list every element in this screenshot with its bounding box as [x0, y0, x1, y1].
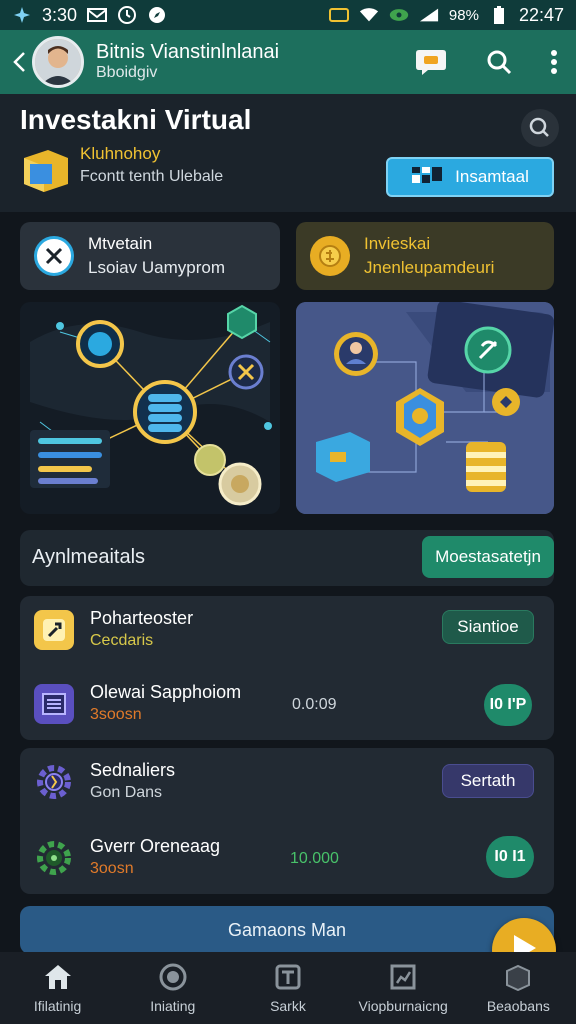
section-action-button[interactable]: Moestasatetjn [422, 536, 554, 578]
install-label: Insamtaal [455, 167, 529, 186]
nav-item-trading[interactable]: Iniating [118, 952, 228, 1024]
item-amount: 10.000 [290, 850, 339, 867]
app-notification-icon [12, 6, 32, 24]
item-amount: 0.0:09 [292, 696, 337, 713]
item-title: Olewai Sapphoiom [90, 682, 242, 702]
game-main-button[interactable]: Gamaons Man [20, 906, 554, 954]
store-icon [272, 962, 304, 992]
nav-item-home[interactable]: Ifilatinig [3, 952, 113, 1024]
chat-subtitle: Bboidgiv [96, 64, 158, 82]
card-invest-sub: Jnenleupamdeuri [364, 258, 495, 277]
card-virtual-sub: Lsoiav Uamyprom [88, 258, 225, 277]
sim-icon [328, 6, 349, 24]
card-virtual-title: Mtvetain [88, 234, 153, 253]
list-group: Sednaliers Gon Dans Sertath Gverr Orenea… [20, 748, 554, 894]
item-subtitle: 3soosn [90, 706, 142, 723]
eye-icon [389, 6, 409, 24]
app-bar: Bitnis Vianstinlnlanai Bboidgiv [0, 30, 576, 94]
status-time-right: 22:47 [518, 4, 564, 25]
page-title: Investakni Virtual [20, 104, 252, 135]
chat-title: Bitnis Vianstinlnlanai [96, 41, 280, 64]
home-icon [42, 962, 74, 992]
battery-icon [489, 6, 509, 24]
nav-label-boxes: Beaobans [486, 998, 550, 1014]
nav-label-store: Sarkk [270, 998, 306, 1014]
back-arrow-icon[interactable] [10, 47, 28, 77]
coin-icon [310, 236, 350, 276]
chart-icon [387, 962, 419, 992]
card-invest[interactable]: Invieskai Jnenleupamdeuri [296, 222, 554, 290]
status-pill[interactable]: Sertath [442, 764, 534, 798]
status-time-left: 3:30 [42, 4, 78, 25]
nav-item-boxes[interactable]: Beaobans [463, 952, 573, 1024]
status-bar: 3:30 98% 22:47 [0, 0, 576, 30]
box-icon [502, 962, 534, 992]
item-subtitle: Gon Dans [90, 784, 163, 801]
item-title: Gverr Oreneaag [90, 836, 221, 856]
green-gear-icon [34, 838, 74, 878]
clock-icon [117, 6, 137, 24]
mail-icon [87, 6, 108, 24]
list-item[interactable]: Olewai Sapphoiom 3soosn 0.0:09 I0 I'P [20, 670, 554, 740]
list-item[interactable]: Poharteoster Cecdaris Siantioe [20, 596, 554, 666]
item-subtitle: Cecdaris [90, 632, 154, 649]
cube-icon [18, 146, 74, 201]
wifi-icon [359, 6, 379, 24]
close-circle-icon [34, 236, 74, 276]
header-search-icon[interactable] [520, 108, 560, 153]
play-pause-button[interactable]: I0 I'P [484, 684, 532, 726]
bottom-navigation: Ifilatinig Iniating Sarkk Viopburnaicng … [0, 952, 576, 1024]
avatar[interactable] [32, 36, 84, 88]
target-icon [157, 962, 189, 992]
grid-icon [411, 163, 445, 192]
nav-label-home: Ifilatinig [33, 998, 82, 1014]
play-pause-button[interactable]: I0 I1 [486, 836, 534, 878]
compass-icon [147, 6, 167, 24]
security-illustration [296, 302, 554, 514]
section-title: Aynlmeaitals [32, 546, 146, 568]
chat-bubble-icon[interactable] [406, 37, 456, 87]
item-title: Sednaliers [90, 760, 176, 780]
gear-icon [34, 762, 74, 802]
list-item[interactable]: Sednaliers Gon Dans Sertath [20, 748, 554, 818]
list-item[interactable]: Gverr Oreneaag 3oosn 10.000 I0 I1 [20, 824, 554, 894]
battery-level: 98% [448, 6, 479, 24]
nav-label-trading: Iniating [150, 998, 196, 1014]
calendar-icon [34, 684, 74, 724]
wrench-icon [34, 610, 74, 650]
nav-item-reports[interactable]: Viopburnaicng [348, 952, 458, 1024]
section-header: Aynlmeaitals Moestasatetjn [20, 530, 554, 586]
item-subtitle: 3oosn [90, 860, 134, 877]
header-description: Fcontt tenth Ulebale [80, 168, 224, 185]
header-highlight: Kluhnohoy [80, 144, 161, 163]
search-icon[interactable] [474, 37, 524, 87]
list-group: Poharteoster Cecdaris Siantioe Olewai Sa… [20, 596, 554, 740]
more-options-icon[interactable] [542, 37, 566, 87]
card-invest-title: Invieskai [364, 234, 431, 253]
status-pill[interactable]: Siantioe [442, 610, 534, 644]
nav-item-store[interactable]: Sarkk [233, 952, 343, 1024]
nav-label-reports: Viopburnaicng [358, 998, 448, 1014]
install-button[interactable]: Insamtaal [386, 157, 554, 197]
card-virtual[interactable]: Mtvetain Lsoiav Uamyprom [20, 222, 280, 290]
network-illustration [20, 302, 280, 514]
signal-icon [419, 6, 439, 24]
item-title: Poharteoster [90, 608, 194, 628]
